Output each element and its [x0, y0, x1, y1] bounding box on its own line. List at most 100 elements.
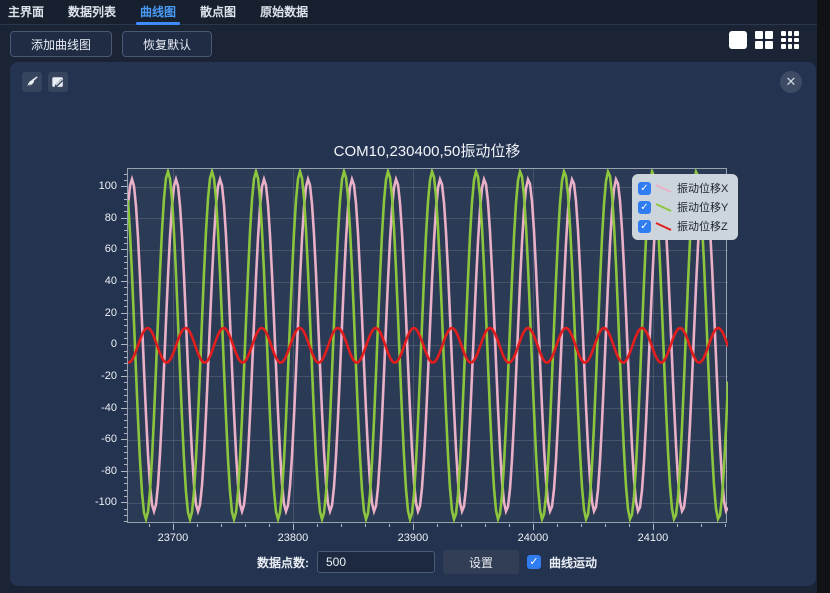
- x-minor-tick: [269, 524, 270, 527]
- x-major-tick: [533, 524, 534, 530]
- x-tick-label: 23800: [263, 532, 323, 544]
- y-minor-tick: [124, 452, 127, 453]
- layout-3x3-icon[interactable]: [781, 31, 799, 49]
- curve-motion-checkbox[interactable]: ✓: [527, 555, 541, 569]
- y-tick-label: 100: [77, 180, 117, 193]
- x-minor-tick: [389, 524, 390, 527]
- restore-default-button[interactable]: 恢复默认: [122, 31, 212, 57]
- y-minor-tick: [124, 458, 127, 459]
- y-tick-label: -60: [77, 433, 117, 446]
- y-minor-tick: [124, 382, 127, 383]
- x-tick-label: 24000: [503, 532, 563, 544]
- x-minor-tick: [197, 524, 198, 527]
- y-minor-tick: [124, 243, 127, 244]
- y-minor-tick: [124, 496, 127, 497]
- y-minor-tick: [124, 490, 127, 491]
- clear-brush-icon[interactable]: [22, 72, 42, 92]
- y-minor-tick: [124, 401, 127, 402]
- y-minor-tick: [124, 300, 127, 301]
- legend-checkbox-z[interactable]: ✓: [638, 220, 651, 233]
- x-tick-label: 23700: [143, 532, 203, 544]
- chart-legend: ✓ 振动位移X ✓ 振动位移Y ✓振动位移Z: [632, 174, 738, 240]
- layout-1x1-icon[interactable]: [729, 31, 747, 49]
- y-minor-tick: [124, 420, 127, 421]
- curve-motion-label: 曲线运动: [549, 554, 597, 571]
- x-minor-tick: [557, 524, 558, 527]
- y-minor-tick: [124, 483, 127, 484]
- layout-2x2-icon[interactable]: [755, 31, 773, 49]
- y-minor-tick: [124, 515, 127, 516]
- y-minor-tick: [124, 174, 127, 175]
- y-minor-tick: [124, 351, 127, 352]
- legend-label-x: 振动位移X: [677, 180, 728, 196]
- y-tick-label: -20: [77, 370, 117, 383]
- legend-item-y: ✓ 振动位移Y: [638, 199, 730, 215]
- x-minor-tick: [149, 524, 150, 527]
- y-minor-tick: [124, 521, 127, 522]
- y-tick-label: -80: [77, 465, 117, 478]
- x-major-tick: [173, 524, 174, 530]
- edit-note-icon[interactable]: [48, 72, 68, 92]
- y-tick-label: 20: [77, 307, 117, 320]
- x-minor-tick: [677, 524, 678, 527]
- x-minor-tick: [317, 524, 318, 527]
- y-major-tick: [121, 376, 127, 377]
- legend-line-sample-y: [655, 201, 673, 213]
- y-minor-tick: [124, 306, 127, 307]
- y-minor-tick: [124, 363, 127, 364]
- x-minor-tick: [221, 524, 222, 527]
- x-minor-tick: [437, 524, 438, 527]
- add-chart-button[interactable]: 添加曲线图: [10, 31, 112, 57]
- y-tick-label: 60: [77, 243, 117, 256]
- legend-line-sample-z: [655, 220, 673, 232]
- y-major-tick: [121, 281, 127, 282]
- set-button[interactable]: 设置: [443, 550, 519, 574]
- y-minor-tick: [124, 224, 127, 225]
- footer-controls: 数据点数: 设置 ✓ 曲线运动: [127, 549, 727, 575]
- y-minor-tick: [124, 199, 127, 200]
- y-minor-tick: [124, 275, 127, 276]
- y-minor-tick: [124, 389, 127, 390]
- y-major-tick: [121, 471, 127, 472]
- y-major-tick: [121, 439, 127, 440]
- tab-rawdata[interactable]: 原始数据: [260, 0, 308, 25]
- x-minor-tick: [701, 524, 702, 527]
- x-tick-label: 24100: [623, 532, 683, 544]
- y-minor-tick: [124, 205, 127, 206]
- legend-label-y: 振动位移Y: [677, 199, 728, 215]
- legend-item-z: ✓振动位移Z: [638, 218, 730, 234]
- y-minor-tick: [124, 395, 127, 396]
- y-minor-tick: [124, 427, 127, 428]
- y-minor-tick: [124, 464, 127, 465]
- right-edge-strip: [817, 0, 830, 593]
- x-minor-tick: [725, 524, 726, 527]
- tab-datalist[interactable]: 数据列表: [68, 0, 116, 25]
- legend-checkbox-x[interactable]: ✓: [638, 182, 651, 195]
- x-minor-tick: [629, 524, 630, 527]
- y-minor-tick: [124, 287, 127, 288]
- x-minor-tick: [485, 524, 486, 527]
- tab-curve[interactable]: 曲线图: [140, 0, 176, 25]
- points-count-input[interactable]: [317, 551, 435, 573]
- y-minor-tick: [124, 433, 127, 434]
- chart-title: COM10,230400,50振动位移: [127, 140, 727, 161]
- close-icon[interactable]: ✕: [780, 71, 802, 93]
- x-tick-label: 23900: [383, 532, 443, 544]
- tab-scatter[interactable]: 散点图: [200, 0, 236, 25]
- legend-checkbox-y[interactable]: ✓: [638, 201, 651, 214]
- x-minor-tick: [509, 524, 510, 527]
- y-minor-tick: [124, 180, 127, 181]
- y-minor-tick: [124, 338, 127, 339]
- y-tick-label: 40: [77, 275, 117, 288]
- points-count-label: 数据点数:: [257, 554, 309, 571]
- x-major-tick: [653, 524, 654, 530]
- y-tick-label: -100: [77, 496, 117, 509]
- y-major-tick: [121, 502, 127, 503]
- x-minor-tick: [581, 524, 582, 527]
- y-tick-label: -40: [77, 402, 117, 415]
- legend-item-x: ✓ 振动位移X: [638, 180, 730, 196]
- tab-bar: 主界面数据列表曲线图散点图原始数据: [0, 0, 817, 25]
- tab-main[interactable]: 主界面: [8, 0, 44, 25]
- y-minor-tick: [124, 319, 127, 320]
- y-minor-tick: [124, 477, 127, 478]
